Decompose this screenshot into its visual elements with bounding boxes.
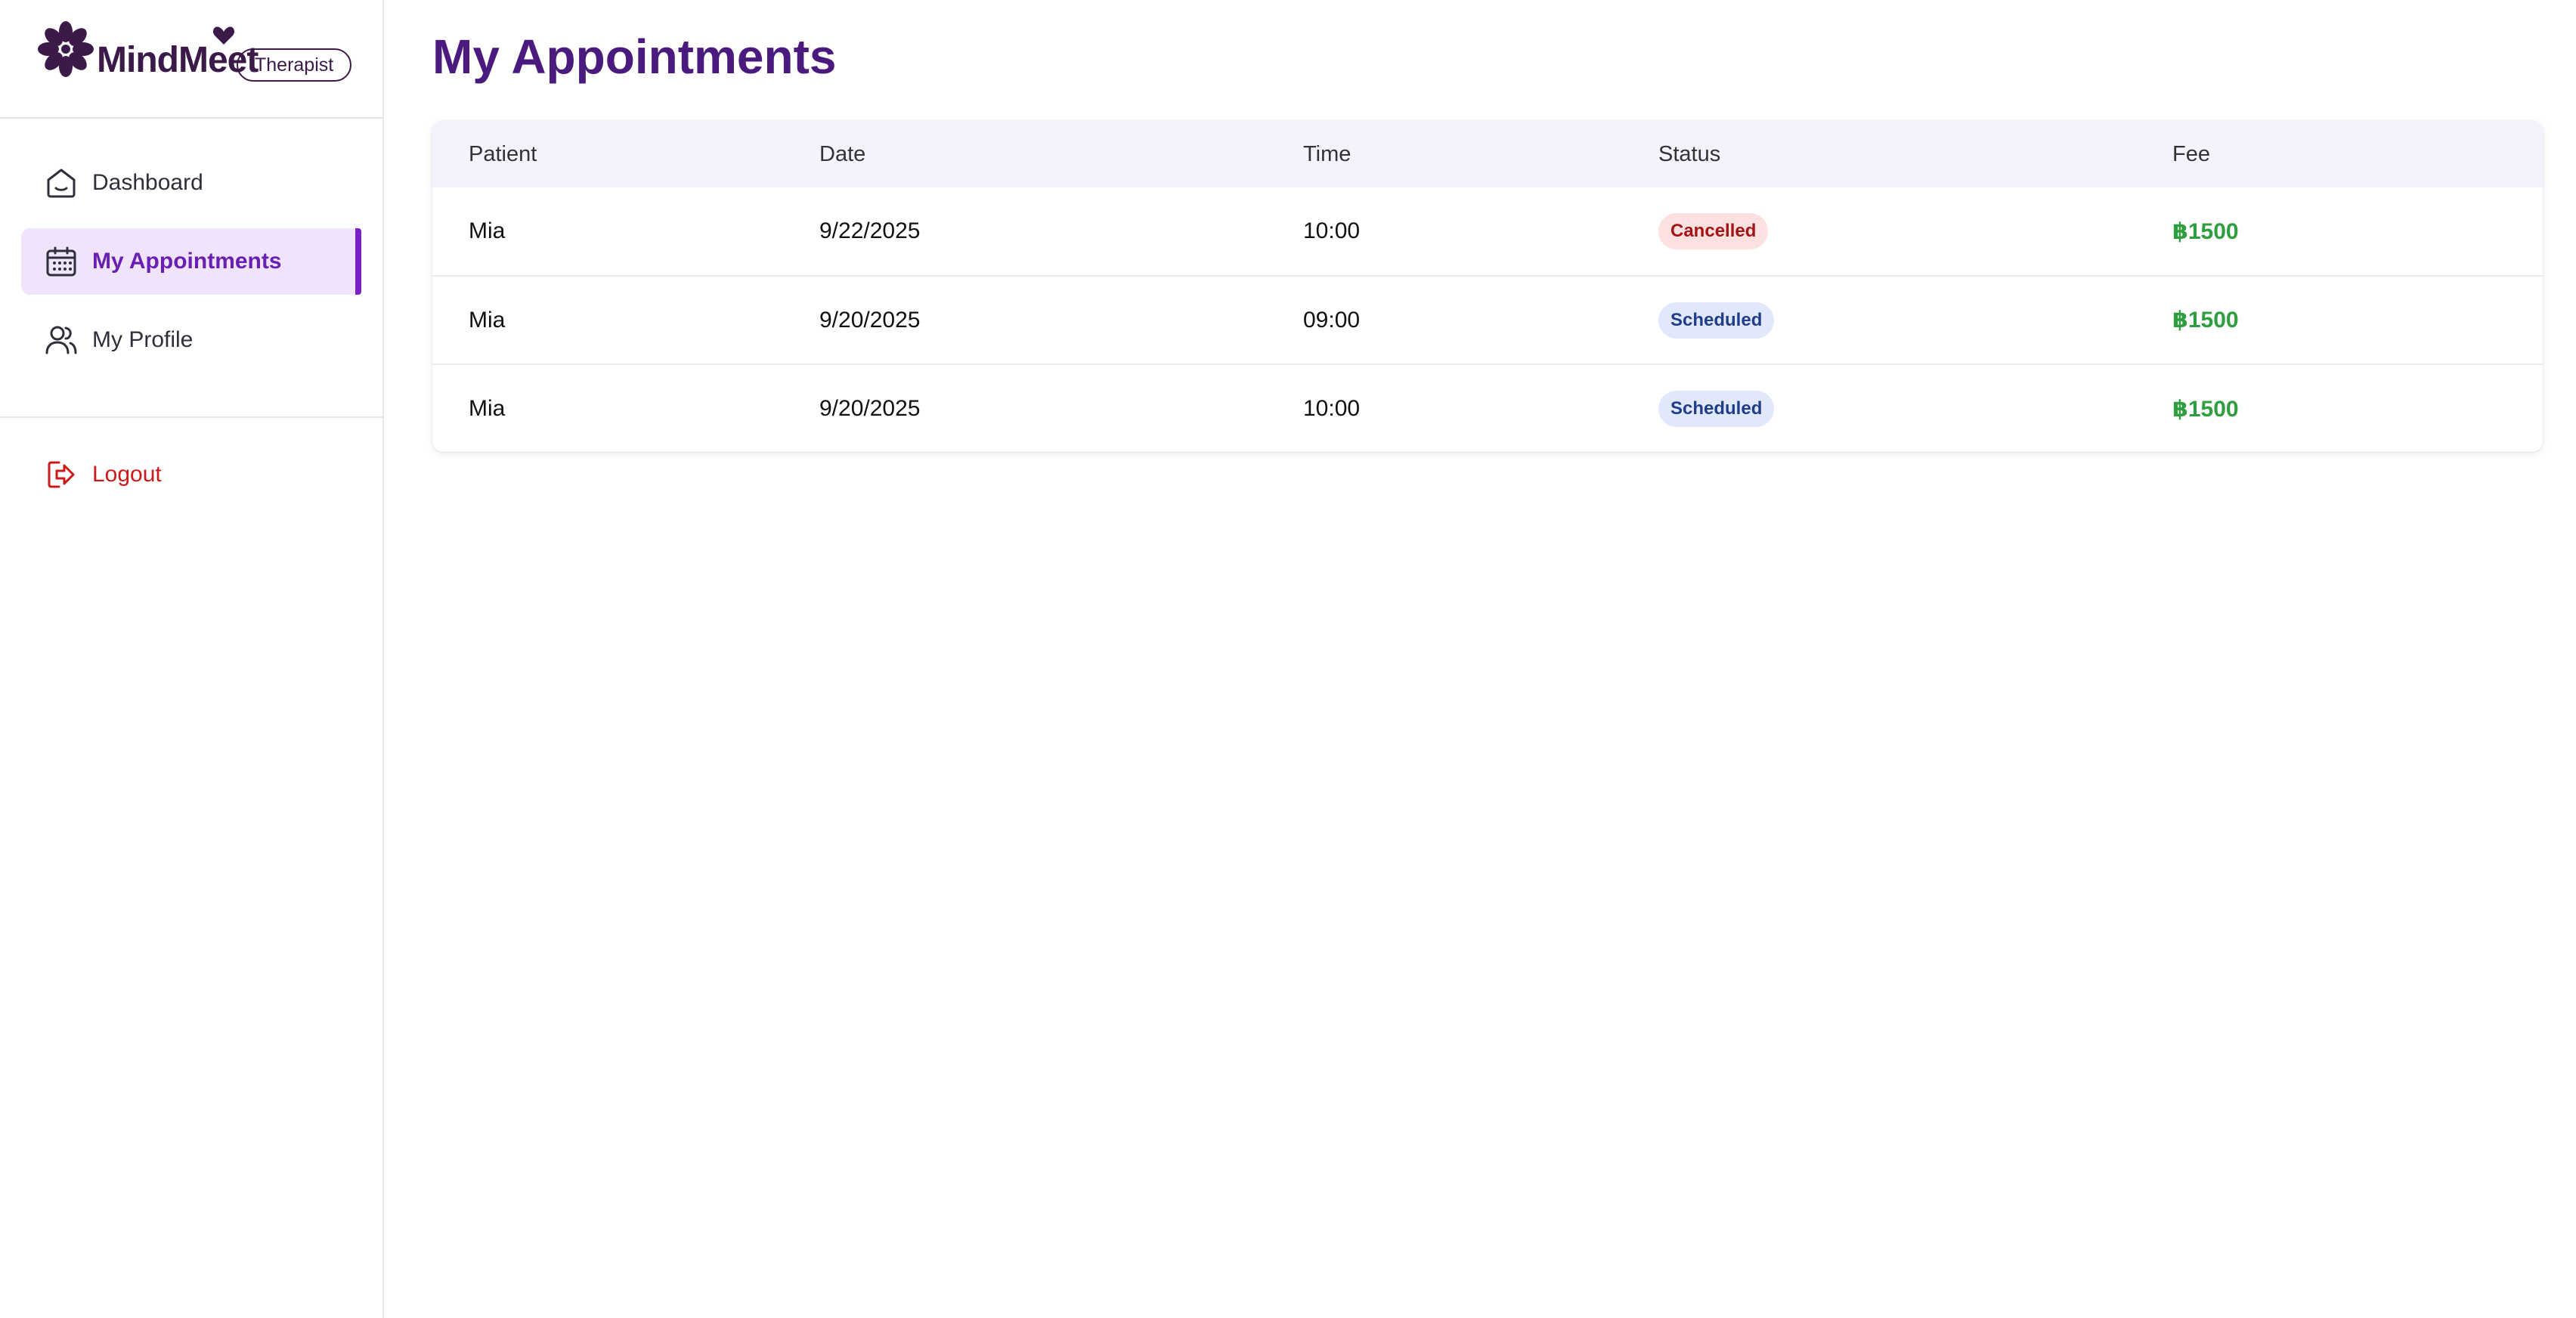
table-header-row: Patient Date Time Status Fee (432, 121, 2543, 187)
table-row: Mia 9/20/2025 10:00 Scheduled ฿1500 (432, 364, 2543, 452)
status-badge: Cancelled (1658, 213, 1769, 249)
sidebar-item-my-appointments[interactable]: My Appointments (21, 228, 361, 295)
time-cell: 09:00 (1303, 307, 1361, 333)
home-icon (47, 169, 76, 198)
logout-button[interactable]: Logout (21, 441, 360, 508)
column-header-time: Time (1303, 141, 1351, 166)
patient-cell: Mia (469, 218, 506, 243)
logout-icon (48, 461, 75, 488)
date-cell: 9/20/2025 (819, 396, 921, 421)
users-icon (45, 326, 77, 354)
main-content: My Appointments Patient Date Time Status… (384, 0, 2576, 1318)
sidebar-divider (0, 416, 382, 418)
fee-cell: ฿1500 (2172, 218, 2239, 244)
column-header-patient: Patient (469, 141, 537, 166)
column-header-fee: Fee (2172, 141, 2210, 166)
time-cell: 10:00 (1303, 218, 1361, 243)
patient-cell: Mia (469, 307, 506, 333)
brand-logo[interactable]: MindMeet Therapist (0, 0, 382, 119)
sidebar-item-label: My Profile (92, 327, 194, 352)
sidebar-item-dashboard[interactable]: Dashboard (21, 150, 360, 216)
sidebar-item-my-profile[interactable]: My Profile (21, 307, 360, 373)
calendar-icon (46, 246, 76, 277)
table-row: Mia 9/20/2025 09:00 Scheduled ฿1500 (432, 276, 2543, 364)
sidebar-item-label: My Appointments (92, 249, 282, 274)
brand-name: MindMeet (97, 40, 259, 80)
sidebar: MindMeet Therapist Dashboard My Appointm… (0, 0, 384, 1318)
app: MindMeet Therapist Dashboard My Appointm… (0, 0, 2576, 1318)
fee-cell: ฿1500 (2172, 308, 2239, 333)
page-title: My Appointments (432, 29, 837, 84)
patient-cell: Mia (469, 396, 506, 421)
logout-label: Logout (92, 462, 162, 487)
date-cell: 9/20/2025 (819, 307, 921, 333)
column-header-status: Status (1658, 141, 1721, 166)
status-badge: Scheduled (1658, 391, 1775, 427)
fee-cell: ฿1500 (2172, 396, 2239, 422)
status-badge: Scheduled (1658, 302, 1775, 339)
appointments-table: Patient Date Time Status Fee Mia 9/22/20… (432, 121, 2543, 452)
table-row: Mia 9/22/2025 10:00 Cancelled ฿1500 (432, 187, 2543, 276)
column-header-date: Date (819, 141, 866, 166)
sidebar-item-label: Dashboard (92, 170, 203, 195)
flower-icon (38, 21, 94, 77)
time-cell: 10:00 (1303, 396, 1361, 421)
sidebar-nav: Dashboard My Appointments My Profile (21, 150, 361, 385)
role-badge: Therapist (237, 48, 352, 82)
date-cell: 9/22/2025 (819, 218, 921, 243)
